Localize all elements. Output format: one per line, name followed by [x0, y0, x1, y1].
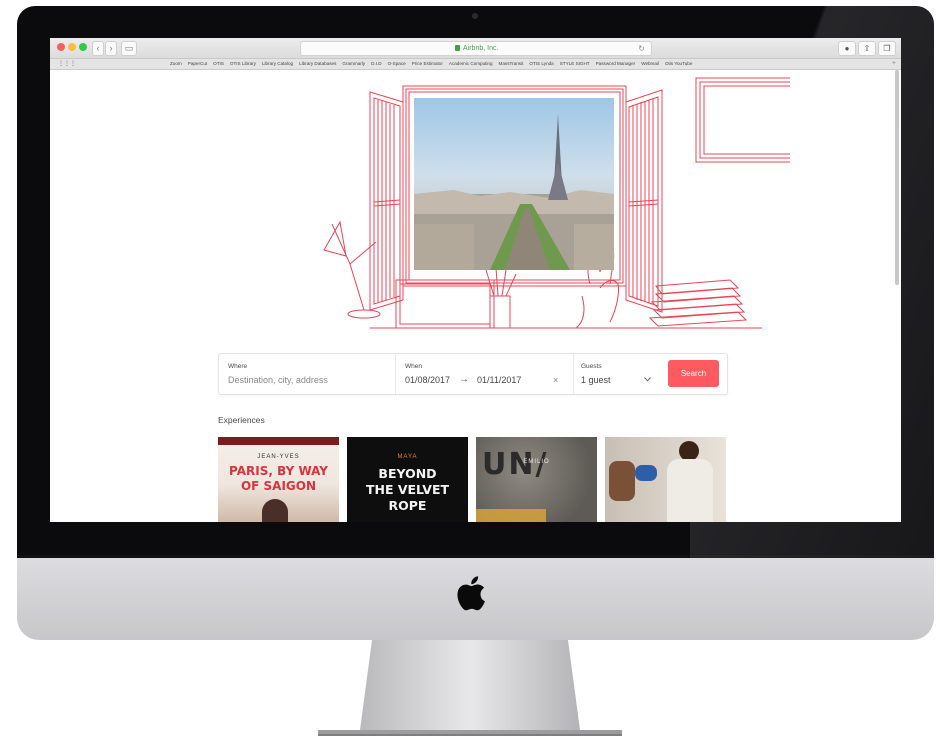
zoom-window-button[interactable] [79, 43, 87, 51]
trainer-figure [667, 459, 713, 522]
browser-window: ‹ › ▭ Airbnb, Inc. ↻ ● ⇧ ❐ ⋮⋮⋮ Zoom Paper… [50, 38, 901, 522]
page-scrollbar[interactable] [895, 70, 899, 285]
webcam [472, 13, 478, 19]
bookmark-item[interactable]: STYLE SIGHT [560, 59, 590, 69]
bookmark-item[interactable]: Academic Computing [449, 59, 493, 69]
bookmark-item[interactable]: OTIS Library [230, 59, 256, 69]
share-button[interactable]: ⇧ [858, 41, 876, 56]
close-window-button[interactable] [57, 43, 65, 51]
experiences-heading: Experiences [218, 415, 265, 425]
lock-icon [455, 45, 460, 51]
guests-label: Guests [581, 363, 602, 370]
top-sites-icon[interactable]: ⋮⋮⋮ [58, 61, 76, 68]
boxing-glove [635, 465, 657, 481]
field-divider [395, 354, 396, 394]
back-button[interactable]: ‹ [92, 41, 104, 56]
search-form: Where Destination, city, address When 01… [218, 353, 728, 395]
experience-title: BEYOND [378, 466, 437, 481]
tabs-button[interactable]: ❐ [878, 41, 896, 56]
card-banner [218, 437, 339, 445]
bookmark-item[interactable]: O-Space [388, 59, 406, 69]
bookmark-item[interactable]: OTIS Lynda [529, 59, 553, 69]
new-tab-button[interactable]: + [892, 59, 896, 69]
graffiti-stripe [476, 509, 546, 522]
check-in-input[interactable]: 01/08/2017 [405, 375, 450, 385]
address-bar[interactable]: Airbnb, Inc. ↻ [300, 41, 652, 56]
experience-title: PARIS, BY WAY [229, 464, 328, 478]
monitor-stand [318, 640, 622, 736]
bookmark-item[interactable]: OTIS [213, 59, 224, 69]
experience-card[interactable] [605, 437, 726, 522]
chevron-down-icon[interactable] [644, 377, 651, 382]
trainer-head [679, 441, 699, 461]
bookmark-item[interactable]: Otis YouTube [665, 59, 692, 69]
boxer-figure [609, 461, 635, 501]
where-label: Where [228, 363, 248, 370]
host-photo [262, 499, 288, 522]
experience-host: EMILIO [523, 459, 550, 465]
bookmarks-list: Zoom PaperCut OTIS OTIS Library Library Cata… [170, 59, 692, 69]
bookmarks-bar: ⋮⋮⋮ Zoom PaperCut OTIS OTIS Library Library … [50, 59, 901, 70]
field-divider [573, 354, 574, 394]
bookmark-item[interactable]: Price Estimator [412, 59, 443, 69]
bookmark-item[interactable]: Library Catalog [262, 59, 293, 69]
minimize-window-button[interactable] [68, 43, 76, 51]
experience-card[interactable]: MAYA BEYOND THE VELVET ROPE [347, 437, 468, 522]
bookmark-item[interactable]: D.I.D [371, 59, 381, 69]
forward-button[interactable]: › [105, 41, 117, 56]
reload-icon[interactable]: ↻ [638, 42, 645, 55]
experience-card[interactable]: JEAN-YVES PARIS, BY WAY OF SAIGON [218, 437, 339, 522]
bookmark-item[interactable]: PaperCut [188, 59, 207, 69]
when-label: When [405, 363, 422, 370]
bookmark-item[interactable]: Webmail [641, 59, 659, 69]
bookmark-item[interactable]: Password Manager [596, 59, 636, 69]
experience-title: ROPE [388, 498, 427, 513]
downloads-button[interactable]: ● [838, 41, 856, 56]
where-input[interactable]: Destination, city, address [228, 375, 328, 385]
experience-title: OF SAIGON [240, 479, 317, 493]
hero-window-illustration [323, 77, 790, 329]
check-out-input[interactable]: 01/11/2017 [477, 375, 521, 385]
guests-select[interactable]: 1 guest [581, 375, 611, 385]
sidebar-toggle-button[interactable]: ▭ [121, 41, 137, 56]
search-button[interactable]: Search [668, 360, 719, 387]
experience-host: JEAN-YVES [257, 454, 300, 460]
bookmark-item[interactable]: Zoom [170, 59, 182, 69]
experience-title: THE VELVET [365, 482, 450, 497]
experience-host: MAYA [397, 454, 418, 460]
bookmark-item[interactable]: Grammarly [342, 59, 365, 69]
apple-logo-icon [457, 576, 485, 611]
bookmark-item[interactable]: MassTransit [499, 59, 524, 69]
bookmark-item[interactable]: Library Databases [299, 59, 336, 69]
browser-toolbar: ‹ › ▭ Airbnb, Inc. ↻ ● ⇧ ❐ [50, 38, 901, 59]
date-range-arrow-icon: → [459, 374, 469, 385]
experience-card[interactable]: UN/ EMILIO [476, 437, 597, 522]
clear-dates-icon[interactable]: × [553, 375, 558, 385]
address-text: Airbnb, Inc. [463, 45, 499, 52]
